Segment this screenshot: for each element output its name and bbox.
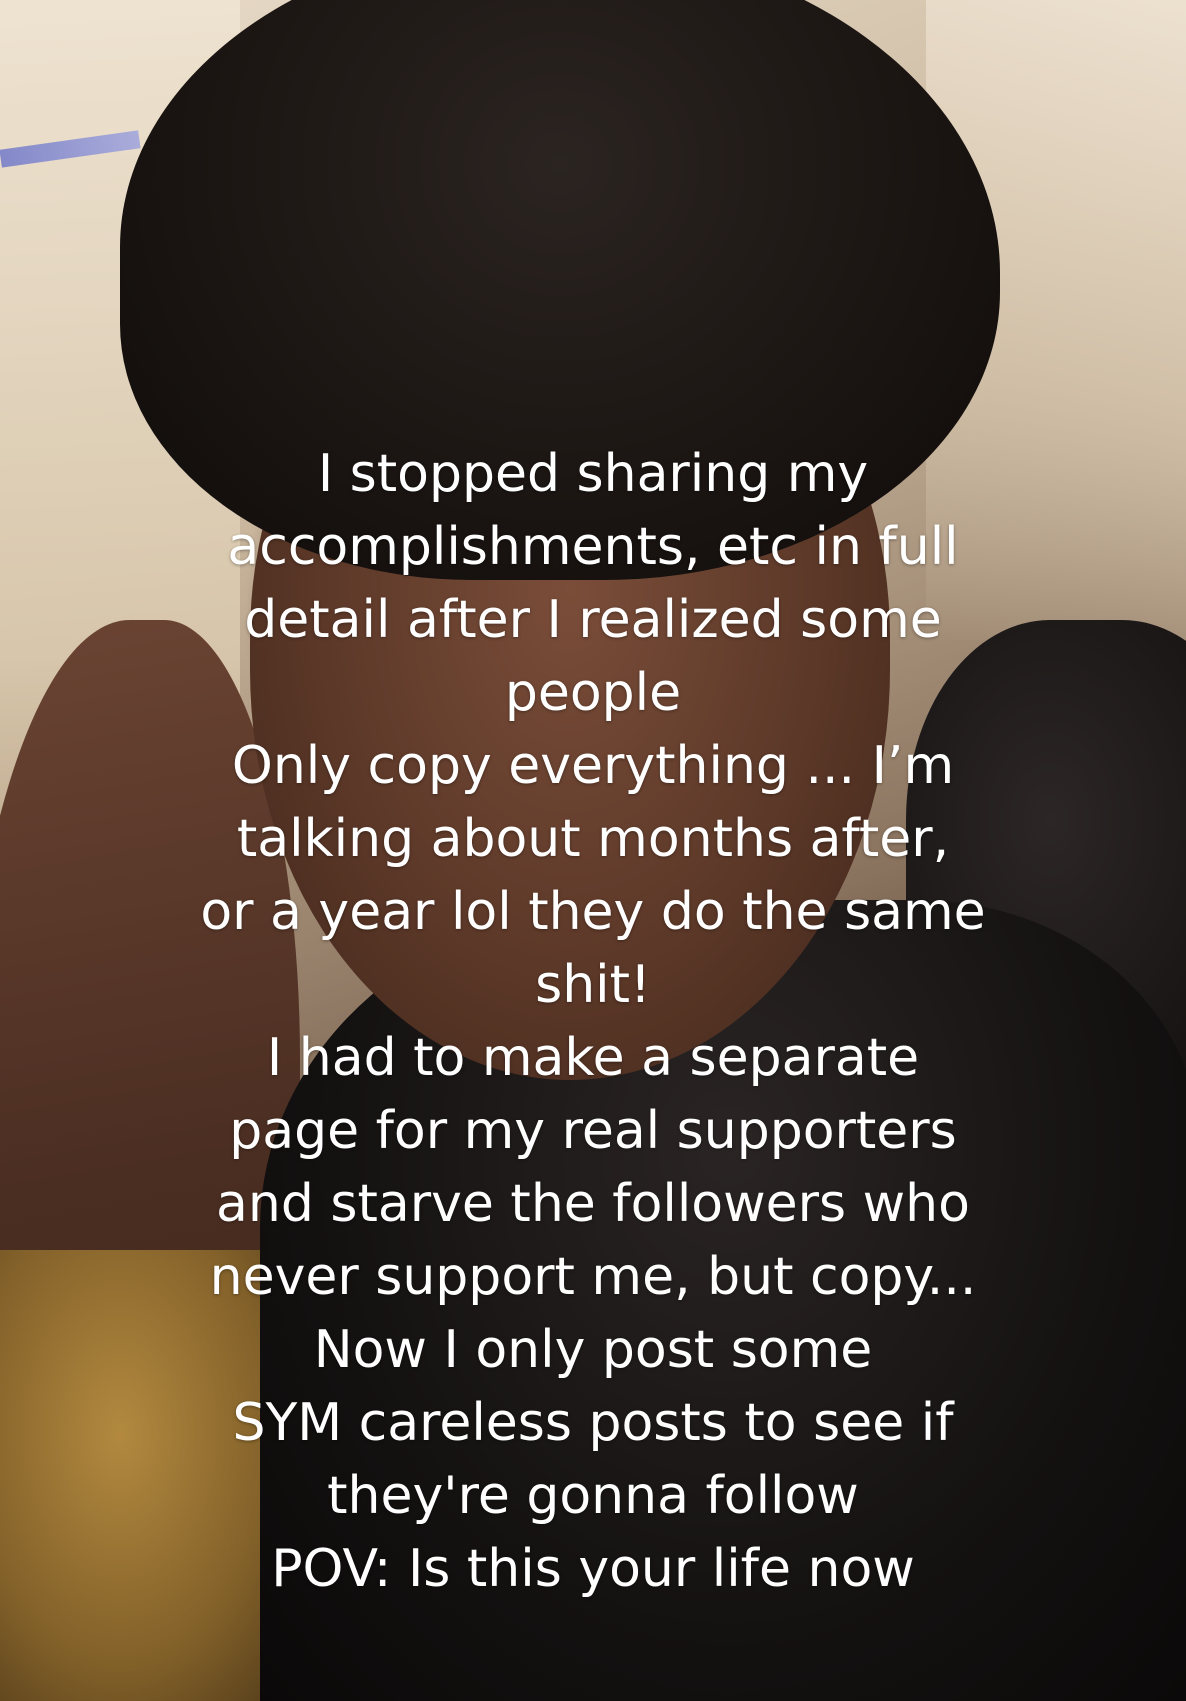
caption-overlay: I stopped sharing my accomplishments, et…	[150, 438, 1036, 1606]
caption-line: never support me, but copy...	[209, 1247, 977, 1307]
caption-line: page for my real supporters	[229, 1101, 957, 1161]
caption-line: accomplishments, etc in full	[227, 517, 959, 577]
caption-line: or a year lol they do the same	[200, 882, 986, 942]
caption-line: people	[504, 663, 682, 723]
caption-line: SYM careless posts to see if	[232, 1393, 954, 1453]
caption-line: I had to make a separate	[266, 1028, 920, 1088]
video-frame: I stopped sharing my accomplishments, et…	[0, 0, 1186, 1701]
caption-line: Only copy everything ... I’m	[231, 736, 955, 796]
caption-line: and starve the followers who	[216, 1174, 970, 1234]
caption-line: they're gonna follow	[327, 1466, 859, 1526]
caption-line: detail after I realized some	[244, 590, 942, 650]
caption-line: I stopped sharing my	[317, 444, 869, 504]
caption-line: shit!	[535, 955, 651, 1015]
caption-line: Now I only post some	[313, 1320, 873, 1380]
caption-line: talking about months after,	[236, 809, 950, 869]
caption-line: POV: Is this your life now	[271, 1539, 915, 1599]
